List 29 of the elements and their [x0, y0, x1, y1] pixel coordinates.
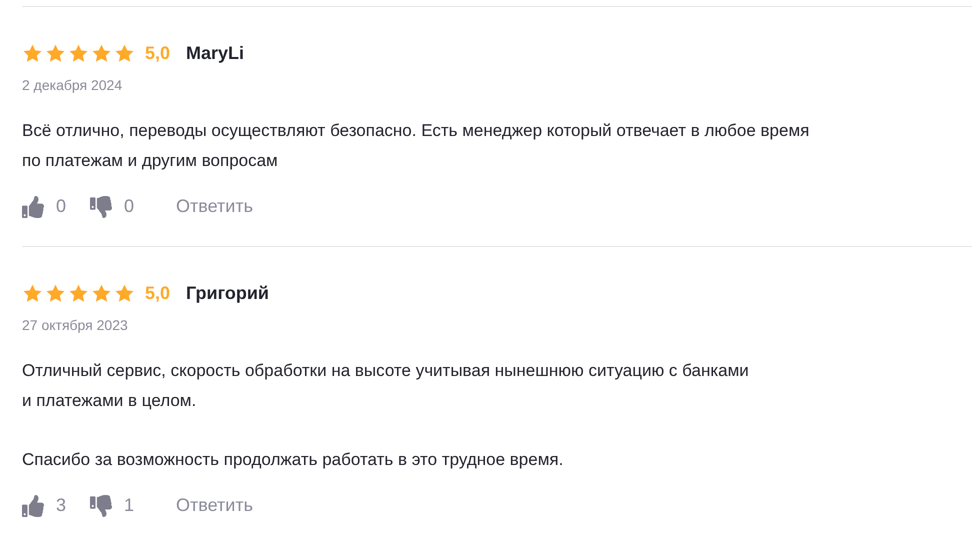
like-count: 3 — [56, 494, 66, 517]
review-text: Всё отлично, переводы осуществляют безопасно. Есть менеджер который отвечает в любое время по платежам и другим вопросам — [22, 120, 810, 172]
thumbs-up-icon[interactable] — [22, 196, 44, 218]
star-icon — [114, 42, 135, 64]
author-name: Григорий — [186, 282, 269, 305]
author-name: MaryLi — [186, 42, 244, 65]
thumbs-down-icon[interactable] — [90, 196, 112, 218]
rating-value: 5,0 — [145, 42, 170, 64]
thumbs-down-icon[interactable] — [90, 494, 112, 516]
star-icon — [91, 282, 112, 304]
rating-value: 5,0 — [145, 282, 170, 304]
star-icon — [22, 42, 43, 64]
reply-link[interactable]: Ответить — [176, 492, 253, 519]
star-icon — [68, 42, 89, 64]
thumbs-up-icon[interactable] — [22, 494, 44, 516]
like-count: 0 — [56, 195, 66, 218]
reply-link[interactable]: Ответить — [176, 193, 253, 220]
star-icon — [114, 282, 135, 304]
star-icon — [45, 42, 66, 64]
dislike-count: 0 — [124, 195, 134, 218]
dislike-count: 1 — [124, 494, 134, 517]
review-date: 27 октября 2023 — [22, 316, 128, 335]
review-text: Отличный сервис, скорость обработки на высоте учитывая нынешнюю ситуацию с банками и платежами в целом. — [22, 360, 750, 412]
review-text: Спасибо за возможность продолжать работать в это трудное время. — [22, 449, 564, 471]
star-icon — [45, 282, 66, 304]
review-date: 2 декабря 2024 — [22, 76, 122, 95]
star-icon — [22, 282, 43, 304]
star-icon — [91, 42, 112, 64]
star-icon — [68, 282, 89, 304]
